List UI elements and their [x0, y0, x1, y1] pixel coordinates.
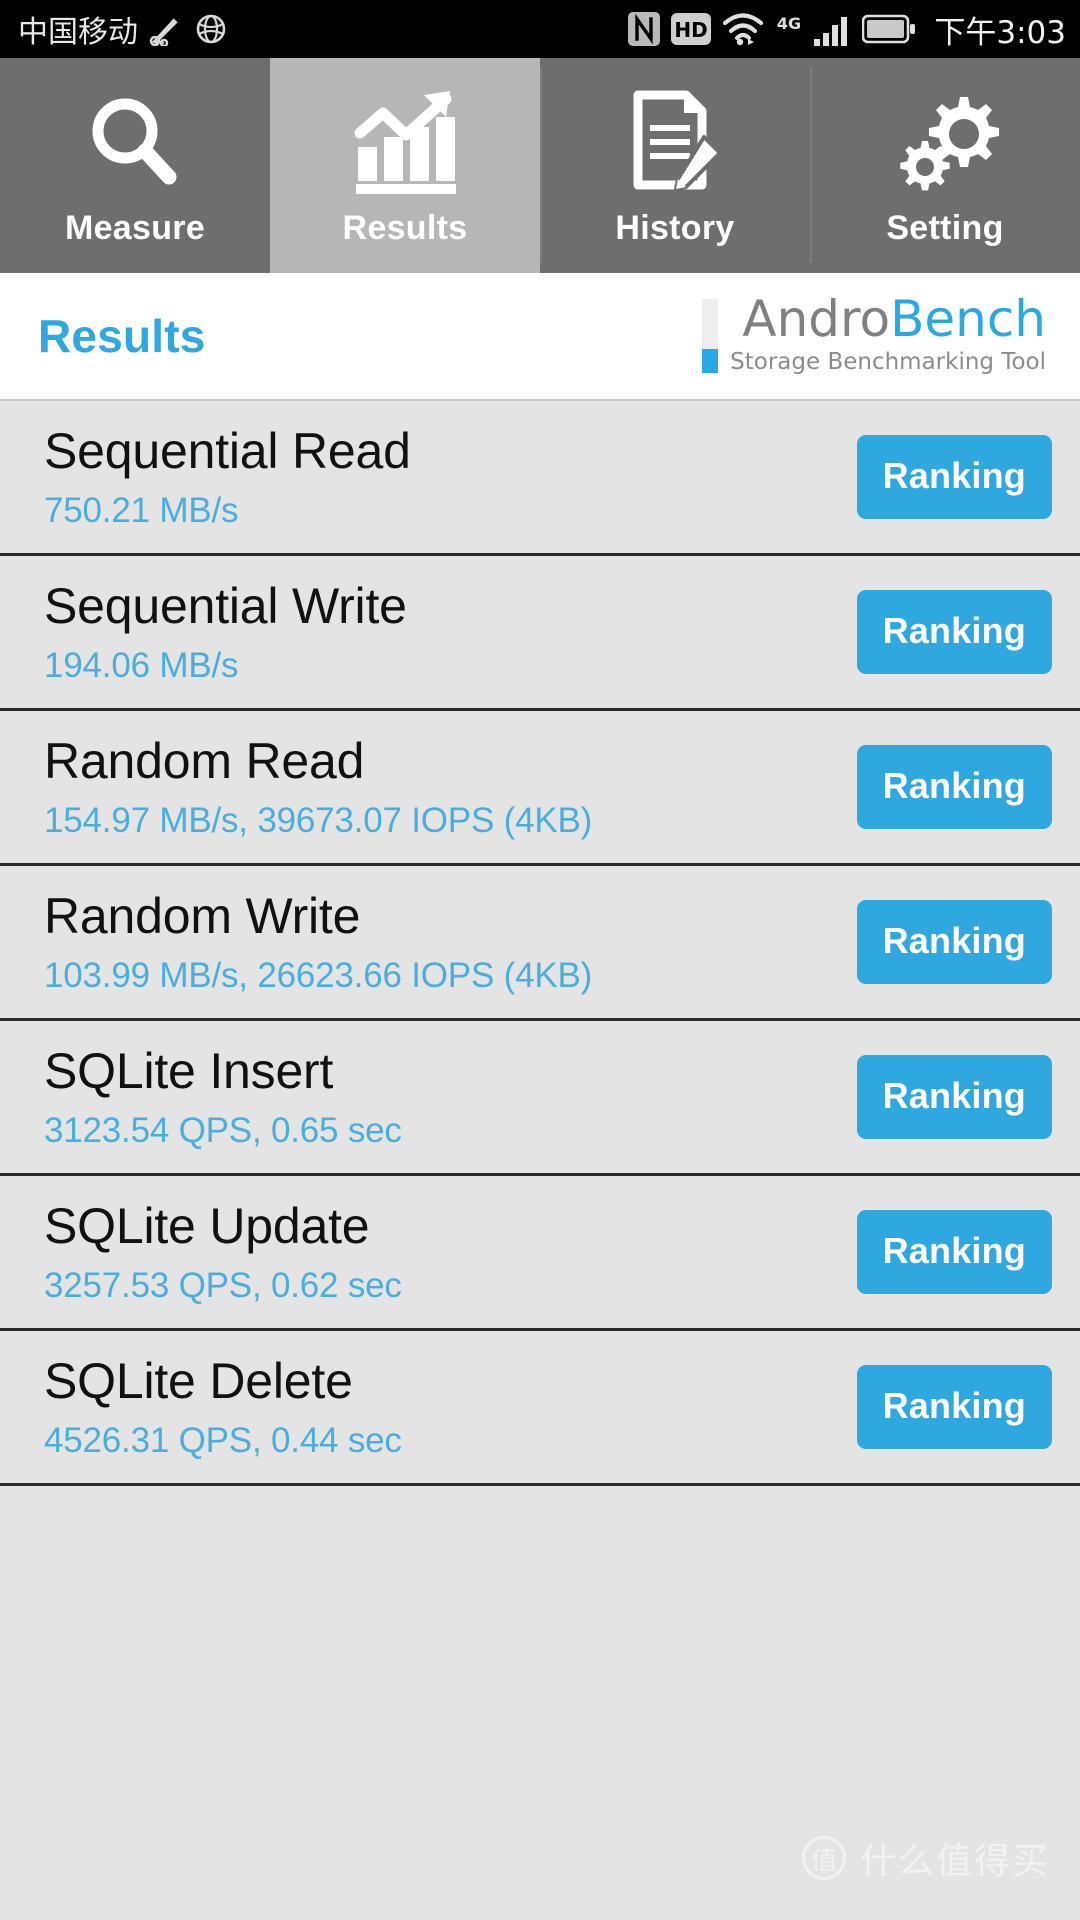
logo-wordmark: AndroBench: [742, 293, 1046, 345]
4g-icon: 4G: [774, 12, 804, 46]
table-row: SQLite Insert 3123.54 QPS, 0.65 sec Rank…: [0, 1021, 1080, 1176]
clock-label: 下午3:03: [934, 14, 1066, 51]
row-title: Sequential Write: [44, 578, 407, 634]
tab-results[interactable]: Results: [270, 58, 540, 273]
row-text-group: SQLite Delete 4526.31 QPS, 0.44 sec: [44, 1353, 402, 1461]
row-text-group: SQLite Insert 3123.54 QPS, 0.65 sec: [44, 1043, 402, 1151]
ranking-button[interactable]: Ranking: [856, 590, 1052, 674]
hd-icon: HD: [670, 12, 712, 46]
androbench-logo: AndroBench Storage Benchmarking Tool: [702, 293, 1046, 379]
table-row: Random Write 103.99 MB/s, 26623.66 IOPS …: [0, 866, 1080, 1021]
battery-icon: [862, 13, 916, 45]
row-title: Random Read: [44, 733, 365, 789]
ranking-button[interactable]: Ranking: [856, 1055, 1052, 1139]
tab-label-history: History: [615, 209, 735, 247]
row-value: 154.97 MB/s, 39673.07 IOPS (4KB): [44, 801, 593, 840]
satellite-dish-icon: [148, 12, 184, 46]
tab-label-results: Results: [342, 209, 468, 247]
logo-wordmark-bench: Bench: [890, 289, 1046, 348]
row-title: Random Write: [44, 888, 361, 944]
ranking-button[interactable]: Ranking: [856, 745, 1052, 829]
row-text-group: Sequential Write 194.06 MB/s: [44, 578, 407, 686]
results-list: Sequential Read 750.21 MB/s Ranking Sequ…: [0, 401, 1080, 1486]
tab-label-measure: Measure: [64, 209, 206, 247]
row-title: Sequential Read: [44, 423, 411, 479]
ranking-button[interactable]: Ranking: [856, 1365, 1052, 1449]
row-title: SQLite Insert: [44, 1043, 334, 1099]
tab-label-setting: Setting: [886, 209, 1004, 247]
logo-wordmark-andro: Andro: [742, 289, 891, 348]
row-value: 4526.31 QPS, 0.44 sec: [44, 1421, 402, 1460]
ranking-button[interactable]: Ranking: [856, 435, 1052, 519]
tab-bar: Measure Results History Setting: [0, 58, 1080, 273]
status-bar-right: HD 4G 下午3:03: [627, 7, 1066, 52]
table-row: Sequential Read 750.21 MB/s Ranking: [0, 401, 1080, 556]
status-bar-left: 中国移动: [18, 7, 228, 51]
row-value: 194.06 MB/s: [44, 646, 239, 685]
row-text-group: Sequential Read 750.21 MB/s: [44, 423, 411, 531]
row-value: 3257.53 QPS, 0.62 sec: [44, 1266, 402, 1305]
table-row: SQLite Delete 4526.31 QPS, 0.44 sec Rank…: [0, 1331, 1080, 1486]
bar-chart-trend-icon: [350, 89, 460, 197]
row-title: SQLite Delete: [44, 1353, 353, 1409]
logo-bar-icon: [702, 299, 719, 373]
row-text-group: Random Read 154.97 MB/s, 39673.07 IOPS (…: [44, 733, 592, 841]
page-header: Results AndroBench Storage Benchmarking …: [0, 273, 1080, 401]
carrier-label: 中国移动: [18, 15, 138, 50]
watermark: 值 什么值得买: [801, 1832, 1050, 1884]
signal-bars-icon: [813, 11, 853, 47]
row-text-group: SQLite Update 3257.53 QPS, 0.62 sec: [44, 1198, 402, 1306]
row-value: 3123.54 QPS, 0.65 sec: [44, 1111, 402, 1150]
ranking-button[interactable]: Ranking: [856, 1210, 1052, 1294]
svg-text:HD: HD: [675, 18, 708, 42]
row-text-group: Random Write 103.99 MB/s, 26623.66 IOPS …: [44, 888, 592, 996]
tab-history[interactable]: History: [540, 58, 810, 273]
svg-text:4G: 4G: [777, 14, 801, 33]
nfc-icon: [627, 10, 661, 48]
page-title: Results: [38, 310, 206, 362]
gears-icon: [890, 89, 1000, 197]
empty-list-area: 值 什么值得买: [0, 1486, 1080, 1906]
logo-subtitle: Storage Benchmarking Tool: [730, 348, 1046, 375]
wifi-icon: [721, 11, 765, 47]
watermark-text: 什么值得买: [859, 1841, 1050, 1882]
watermark-logo-icon: 值: [801, 1836, 846, 1880]
status-bar: 中国移动 HD 4G 下午3:03: [0, 0, 1080, 58]
row-value: 103.99 MB/s, 26623.66 IOPS (4KB): [44, 956, 593, 995]
globe-icon: [194, 12, 228, 46]
document-pencil-icon: [620, 89, 730, 197]
row-title: SQLite Update: [44, 1198, 370, 1254]
table-row: Sequential Write 194.06 MB/s Ranking: [0, 556, 1080, 711]
ranking-button[interactable]: Ranking: [856, 900, 1052, 984]
table-row: SQLite Update 3257.53 QPS, 0.62 sec Rank…: [0, 1176, 1080, 1331]
logo-text-group: AndroBench Storage Benchmarking Tool: [730, 293, 1046, 375]
tab-setting[interactable]: Setting: [810, 58, 1080, 273]
table-row: Random Read 154.97 MB/s, 39673.07 IOPS (…: [0, 711, 1080, 866]
row-value: 750.21 MB/s: [44, 491, 239, 530]
tab-measure[interactable]: Measure: [0, 58, 270, 273]
magnifier-icon: [81, 89, 189, 197]
